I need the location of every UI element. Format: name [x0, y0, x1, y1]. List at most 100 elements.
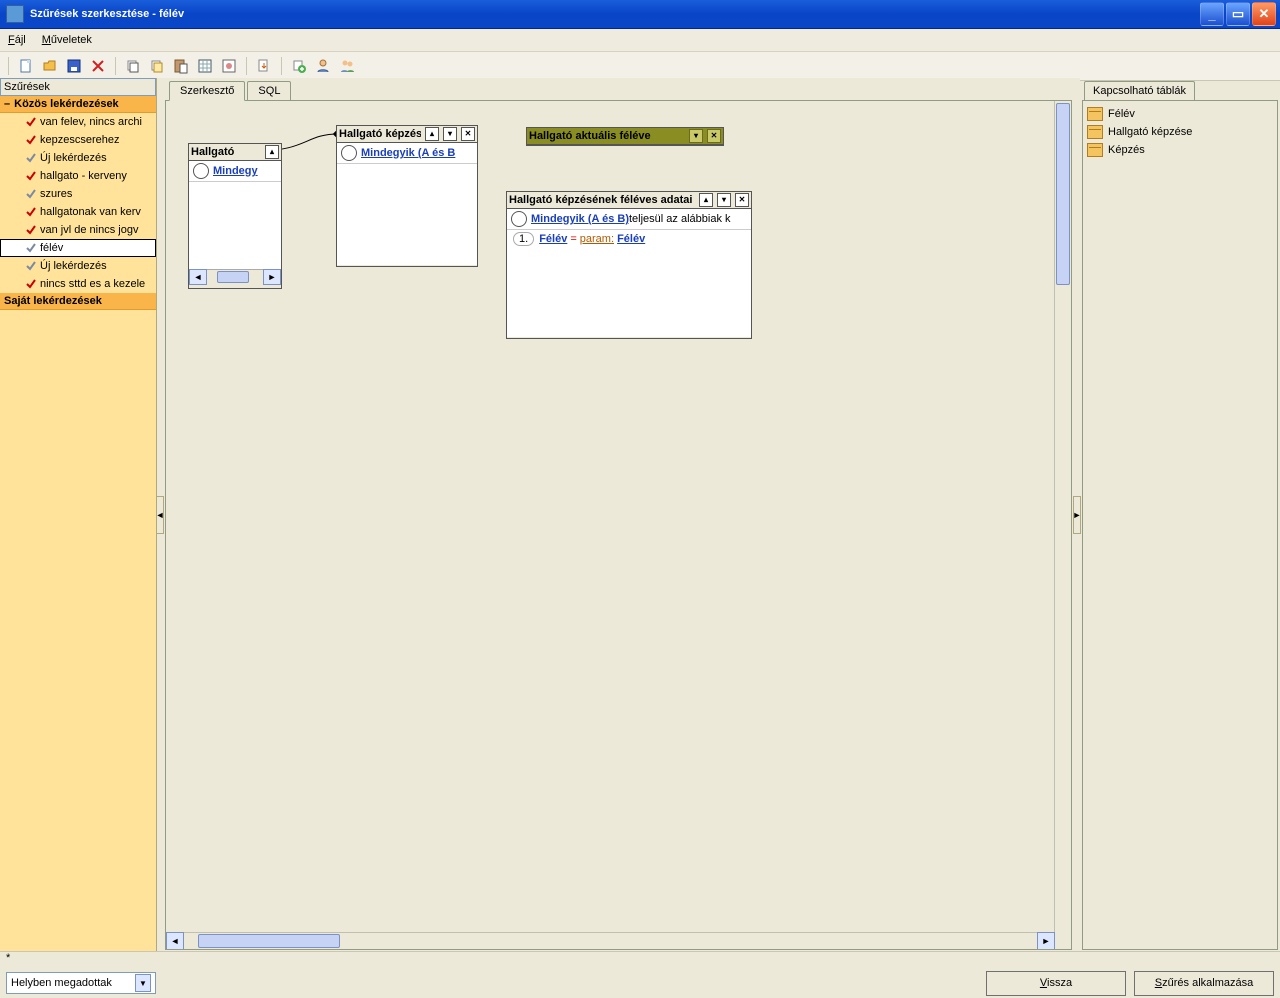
left-panel: Szűrések –Közös lekérdezések van felev, …	[0, 78, 157, 952]
tab-editor[interactable]: Szerkesztő	[169, 81, 245, 101]
left-header: Szűrések	[0, 78, 156, 96]
tree-item-label: van felev, nincs archi	[40, 116, 142, 128]
checkmark-gray-icon	[26, 153, 36, 163]
entity-feleves-title: Hallgató képzésének féléves adatai	[509, 194, 695, 206]
copy-icon[interactable]	[122, 55, 144, 77]
title-bar: Szűrések szerkesztése - félév _ ▭ ✕	[0, 0, 1280, 29]
table-item-label: Hallgató képzése	[1108, 126, 1192, 138]
entity-feleves-cond[interactable]: Mindegyik (A és B) teljesül az alábbiak …	[507, 209, 751, 230]
param-label: param:	[580, 233, 614, 245]
tree-item[interactable]: van jvl de nincs jogv	[0, 221, 156, 239]
tree-item[interactable]: van felev, nincs archi	[0, 113, 156, 131]
tree-item[interactable]: szures	[0, 185, 156, 203]
close-icon[interactable]: ✕	[735, 193, 749, 207]
collapse-icon[interactable]: ▴	[425, 127, 439, 141]
checkmark-red-icon	[26, 279, 36, 289]
field-link[interactable]: Félév	[539, 233, 567, 245]
close-button[interactable]: ✕	[1252, 2, 1276, 26]
checkmark-red-icon	[26, 207, 36, 217]
menu-file[interactable]: Fájl	[4, 32, 30, 48]
footer: * Helyben megadottak▼ Vissza Szűrés alka…	[0, 951, 1280, 998]
grid-icon[interactable]	[194, 55, 216, 77]
checkmark-red-icon	[26, 117, 36, 127]
menu-file-label: ájl	[15, 34, 26, 46]
dropdown-icon[interactable]: ▾	[689, 129, 703, 143]
checkmark-gray-icon	[26, 261, 36, 271]
collapse-icon[interactable]: ▴	[699, 193, 713, 207]
entity-hallgato[interactable]: Hallgató ▴ Mindegy ◄►	[188, 143, 282, 289]
tree-item-label: nincs sttd es a kezele	[40, 278, 145, 290]
design-canvas[interactable]: Hallgató ▴ Mindegy ◄► Hallgató képzése ▴…	[166, 101, 1071, 949]
chevron-down-icon[interactable]: ▼	[135, 974, 151, 992]
new-icon[interactable]	[15, 55, 37, 77]
dropdown-icon[interactable]: ▾	[717, 193, 731, 207]
tab-sql[interactable]: SQL	[247, 81, 291, 100]
toolbar	[0, 52, 1280, 81]
close-icon[interactable]: ✕	[461, 127, 475, 141]
user-icon[interactable]	[312, 55, 334, 77]
tree-item[interactable]: félév	[0, 239, 156, 257]
entity-aktualis[interactable]: Hallgató aktuális féléve ▾ ✕	[526, 127, 724, 146]
add-green-icon[interactable]	[288, 55, 310, 77]
window-title: Szűrések szerkesztése - félév	[28, 8, 1200, 20]
checkmark-gray-icon	[26, 243, 36, 253]
maximize-button[interactable]: ▭	[1226, 2, 1250, 26]
tree-item[interactable]: kepzescserehez	[0, 131, 156, 149]
center-pane: Szerkesztő SQL Hallgató ▴	[163, 78, 1074, 952]
checkmark-red-icon	[26, 171, 36, 181]
tree-item-label: van jvl de nincs jogv	[40, 224, 138, 236]
entity-feleves[interactable]: Hallgató képzésének féléves adatai ▴ ▾ ✕…	[506, 191, 752, 339]
tree-item-label: szures	[40, 188, 72, 200]
tree-item[interactable]: Új lekérdezés	[0, 257, 156, 275]
copy2-icon[interactable]	[146, 55, 168, 77]
group-common[interactable]: –Közös lekérdezések	[0, 96, 156, 113]
save-icon[interactable]	[63, 55, 85, 77]
entity-hallgato-title: Hallgató	[191, 146, 261, 158]
apply-filter-button[interactable]: Szűrés alkalmazása	[1134, 971, 1274, 996]
tree-item[interactable]: nincs sttd es a kezele	[0, 275, 156, 293]
entity-kepzese-cond[interactable]: Mindegyik (A és B	[337, 143, 477, 164]
param-link[interactable]: Félév	[617, 233, 645, 245]
menu-ops[interactable]: Műveletek	[38, 32, 96, 48]
paste-icon[interactable]	[170, 55, 192, 77]
checkmark-gray-icon	[26, 189, 36, 199]
table-item[interactable]: Hallgató képzése	[1087, 123, 1273, 141]
app-icon	[6, 5, 24, 23]
table-item[interactable]: Félév	[1087, 105, 1273, 123]
dropdown-icon[interactable]: ▾	[443, 127, 457, 141]
entity-feleves-row1[interactable]: 1. Félév = param: Félév	[507, 230, 751, 248]
back-button[interactable]: Vissza	[986, 971, 1126, 996]
scope-select[interactable]: Helyben megadottak▼	[6, 972, 156, 994]
linkable-tables[interactable]: Félév Hallgató képzése Képzés	[1082, 100, 1278, 950]
group-own[interactable]: Saját lekérdezések	[0, 293, 156, 310]
menu-ops-label: űveletek	[51, 34, 92, 46]
tree-item-label: Új lekérdezés	[40, 152, 107, 164]
tree-item[interactable]: hallgato - kerveny	[0, 167, 156, 185]
entity-kepzese-title: Hallgató képzése	[339, 128, 421, 140]
props-icon[interactable]	[218, 55, 240, 77]
close-icon[interactable]: ✕	[707, 129, 721, 143]
delete-icon[interactable]	[87, 55, 109, 77]
open-icon[interactable]	[39, 55, 61, 77]
entity-aktualis-title: Hallgató aktuális féléve	[529, 130, 685, 142]
entity-hallgato-cond[interactable]: Mindegy	[189, 161, 281, 182]
tree-item[interactable]: Új lekérdezés	[0, 149, 156, 167]
canvas-hscroll[interactable]: ◄►	[166, 932, 1055, 949]
table-icon	[1087, 143, 1103, 157]
table-item[interactable]: Képzés	[1087, 141, 1273, 159]
collapse-icon[interactable]: ▴	[265, 145, 279, 159]
entity-hallgato-scroll[interactable]: ◄►	[189, 269, 281, 284]
entity-kepzese[interactable]: Hallgató képzése ▴ ▾ ✕ Mindegyik (A és B	[336, 125, 478, 267]
users-icon[interactable]	[336, 55, 358, 77]
minimize-button[interactable]: _	[1200, 2, 1224, 26]
tree-item-label: hallgatonak van kerv	[40, 206, 141, 218]
tree-item[interactable]: hallgatonak van kerv	[0, 203, 156, 221]
export-icon[interactable]	[253, 55, 275, 77]
table-item-label: Képzés	[1108, 144, 1145, 156]
menu-bar: Fájl Műveletek	[0, 29, 1280, 52]
filters-tree[interactable]: –Közös lekérdezések van felev, nincs arc…	[0, 96, 156, 952]
tree-item-label: félév	[40, 242, 63, 254]
right-tab[interactable]: Kapcsolható táblák	[1084, 81, 1195, 100]
canvas-vscroll[interactable]	[1054, 101, 1071, 933]
right-panel: Kapcsolható táblák Félév Hallgató képzése…	[1080, 78, 1280, 952]
